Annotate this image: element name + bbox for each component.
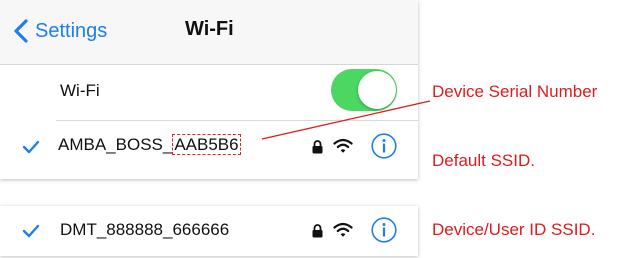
network-name: DMT_888888_666666 [60, 220, 230, 239]
chevron-left-icon [14, 19, 28, 43]
network-row-user[interactable]: DMT_888888_666666 [0, 206, 418, 256]
wifi-toggle-label: Wi-Fi [60, 81, 100, 100]
serial-number-highlight: AAB5B6 [172, 134, 241, 155]
wifi-toggle-switch[interactable] [331, 69, 397, 111]
page-title: Wi-Fi [185, 18, 234, 40]
back-button[interactable]: Settings [12, 15, 107, 47]
wifi-toggle-row: Wi-Fi [0, 65, 418, 119]
navigation-bar: Settings Wi-Fi [0, 0, 418, 65]
lock-icon [312, 224, 323, 238]
network-name: AMBA_BOSS_ AAB5B6 [58, 134, 241, 155]
annotation-serial-number: Device Serial Number [432, 82, 598, 101]
annotation-default-ssid: Default SSID. [432, 151, 535, 170]
network-row-default[interactable]: AMBA_BOSS_ AAB5B6 [0, 121, 418, 171]
stage: Settings Wi-Fi Wi-Fi AMBA_BOSS_ AAB5B6 D… [0, 0, 628, 258]
info-icon[interactable] [371, 217, 397, 243]
network-name-prefix: AMBA_BOSS_ [58, 135, 173, 154]
wifi-icon [333, 138, 353, 153]
checkmark-icon [22, 140, 40, 154]
info-icon[interactable] [371, 133, 397, 159]
annotation-user-ssid: Device/User ID SSID. [432, 220, 596, 239]
wifi-settings-panel: Settings Wi-Fi Wi-Fi AMBA_BOSS_ AAB5B6 [0, 0, 418, 179]
checkmark-icon [22, 224, 40, 238]
toggle-knob [358, 71, 396, 109]
lock-icon [312, 140, 323, 154]
back-label[interactable]: Settings [35, 20, 107, 43]
wifi-icon [333, 222, 353, 237]
